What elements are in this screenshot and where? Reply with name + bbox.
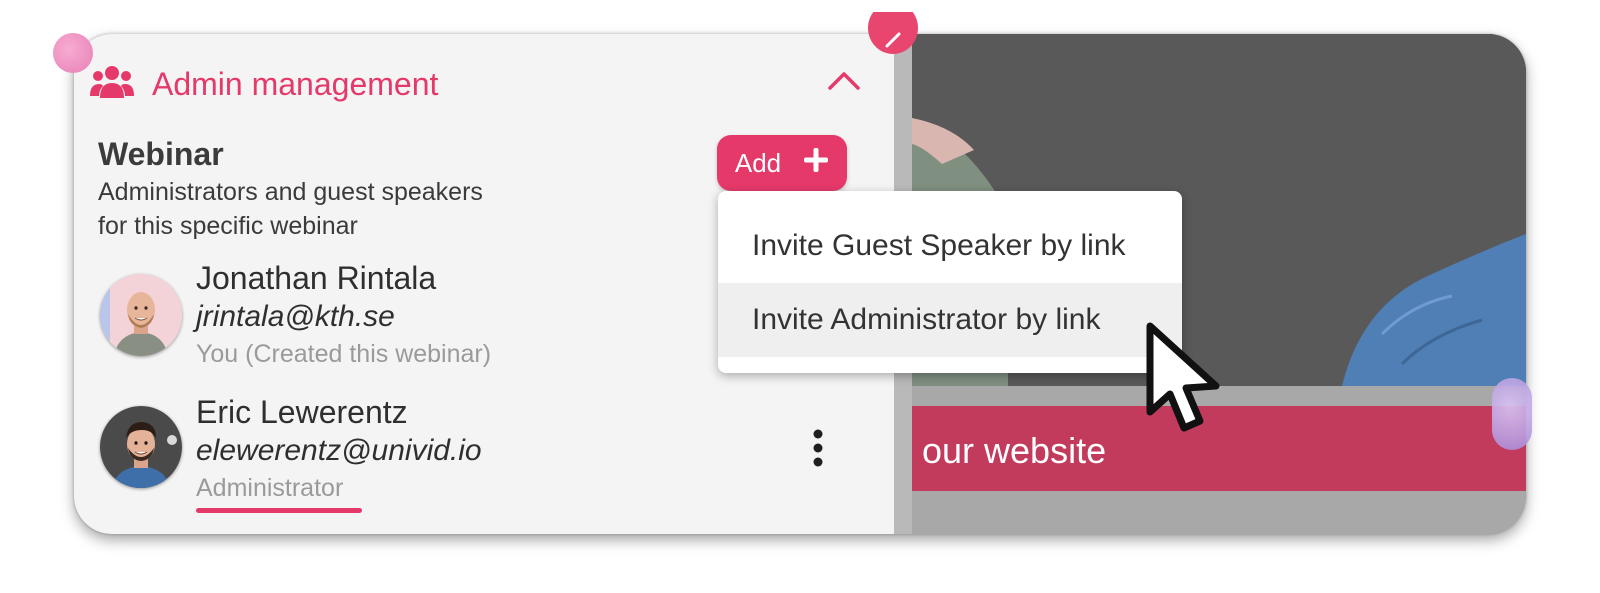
- webinar-title: Webinar: [98, 136, 224, 172]
- person-email: elewerentz@univid.io: [196, 434, 482, 467]
- person-role: Administrator: [196, 474, 344, 502]
- avatar-eric-lewerentz: [100, 406, 182, 488]
- users-icon: [90, 64, 134, 105]
- menu-item-invite-guest-speaker[interactable]: Invite Guest Speaker by link: [718, 209, 1182, 283]
- person-email: jrintala@kth.se: [196, 300, 395, 333]
- person-name: Jonathan Rintala: [196, 260, 437, 296]
- plus-icon: [803, 147, 829, 180]
- app-card: Admin management Webinar Administrators …: [74, 34, 1526, 534]
- avatar-jonathan-rintala: [100, 274, 182, 356]
- webinar-description-line-1: Administrators and guest speakers: [98, 178, 483, 206]
- edit-badge-icon: [867, 2, 919, 58]
- person-name: Eric Lewerentz: [196, 394, 408, 430]
- menu-item-label: Invite Guest Speaker by link: [752, 229, 1126, 262]
- decorative-blob: [1492, 378, 1532, 450]
- webinar-description: Administrators and guest speakers for th…: [98, 175, 558, 243]
- person-role: You (Created this webinar): [196, 340, 492, 368]
- decorative-blob: [53, 33, 93, 73]
- add-button-label: Add: [734, 147, 782, 178]
- kebab-menu-icon[interactable]: [806, 426, 830, 470]
- menu-item-label: Invite Administrator by link: [752, 303, 1101, 336]
- add-button[interactable]: Add: [717, 135, 847, 191]
- screenshot-stage: Admin management Webinar Administrators …: [0, 0, 1600, 593]
- webinar-description-line-2: for this specific webinar: [98, 212, 358, 240]
- menu-item-invite-administrator[interactable]: Invite Administrator by link: [718, 283, 1182, 357]
- role-underline: [196, 508, 362, 513]
- chevron-up-icon[interactable]: [826, 64, 862, 94]
- mouse-pointer-icon: [1142, 320, 1226, 438]
- section-title: Admin management: [152, 65, 439, 102]
- banner-text: our website: [922, 430, 1107, 471]
- section-header[interactable]: Admin management: [90, 62, 870, 106]
- add-dropdown-menu: Invite Guest Speaker by link Invite Admi…: [718, 191, 1182, 373]
